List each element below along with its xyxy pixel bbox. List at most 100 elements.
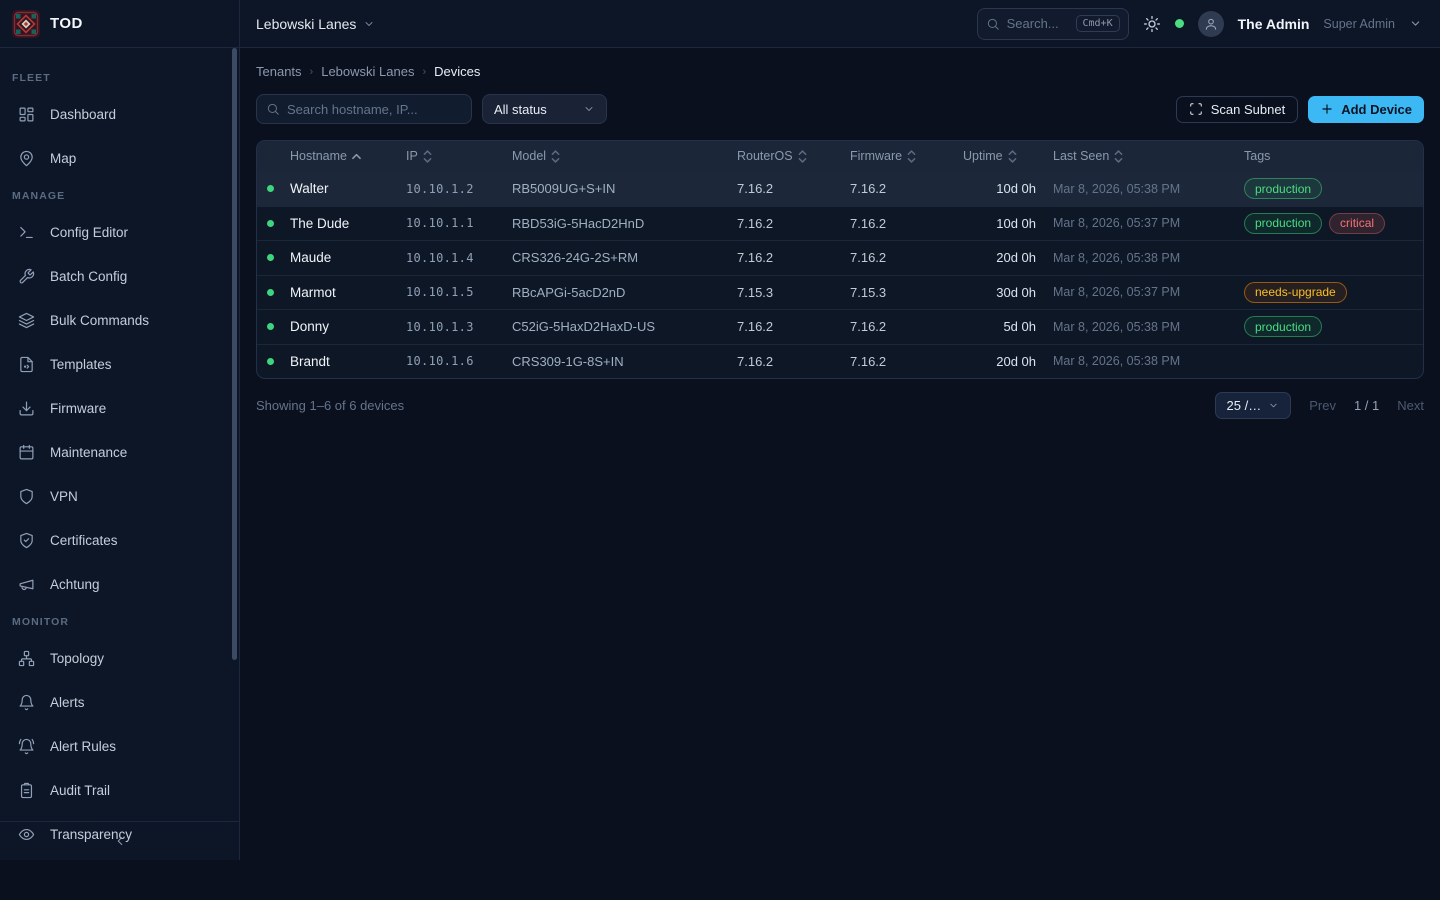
device-hostname: Brandt — [290, 354, 406, 369]
table-row[interactable]: Marmot 10.10.1.5 RBcAPGi-5acD2nD 7.15.3 … — [257, 275, 1423, 310]
sidebar-item-batch-config[interactable]: Batch Config — [0, 254, 239, 298]
app-title: TOD — [50, 15, 83, 32]
status-online-dot — [267, 185, 274, 192]
user-avatar[interactable] — [1198, 11, 1224, 37]
sidebar-item-label: Maintenance — [50, 445, 127, 460]
sidebar-item-audit-trail[interactable]: Audit Trail — [0, 768, 239, 812]
device-hostname: Walter — [290, 181, 406, 196]
top-header: TOD Lebowski Lanes Cmd+K — [0, 0, 1440, 48]
device-table: Hostname IP Model RouterOS Firmware Upti… — [256, 140, 1424, 379]
sidebar-item-map[interactable]: Map — [0, 136, 239, 180]
device-routeros: 7.16.2 — [737, 181, 850, 196]
device-firmware: 7.15.3 — [850, 285, 963, 300]
sidebar-item-bulk-commands[interactable]: Bulk Commands — [0, 298, 239, 342]
pagination: 25 /… Prev 1 / 1 Next — [1215, 392, 1424, 419]
sidebar-item-vpn[interactable]: VPN — [0, 474, 239, 518]
sidebar-item-label: Topology — [50, 651, 104, 666]
table-row[interactable]: Donny 10.10.1.3 C52iG-5HaxD2HaxD-US 7.16… — [257, 309, 1423, 344]
page-size-select[interactable]: 25 /… — [1215, 392, 1292, 419]
map-pin-icon — [18, 150, 35, 167]
sidebar-item-config-editor[interactable]: Config Editor — [0, 210, 239, 254]
sidebar-collapse-button[interactable] — [0, 821, 239, 860]
user-menu-chevron-down-icon[interactable] — [1409, 17, 1422, 30]
scan-subnet-button[interactable]: Scan Subnet — [1176, 96, 1298, 123]
table-header-row: Hostname IP Model RouterOS Firmware Upti… — [257, 141, 1423, 171]
sidebar-section-manage: MANAGE — [0, 180, 239, 210]
connection-status-dot — [1175, 19, 1184, 28]
global-search-input[interactable] — [1007, 16, 1069, 31]
megaphone-icon — [18, 576, 35, 593]
sidebar-item-label: Bulk Commands — [50, 313, 149, 328]
status-filter-select[interactable]: All status — [482, 94, 607, 124]
column-header-routeros[interactable]: RouterOS — [737, 149, 850, 163]
scan-icon — [1189, 102, 1203, 116]
breadcrumb-tenants[interactable]: Tenants — [256, 64, 302, 79]
prev-page-button[interactable]: Prev — [1309, 398, 1336, 413]
terminal-icon — [18, 224, 35, 241]
calendar-icon — [18, 444, 35, 461]
app-logo-icon — [12, 10, 40, 38]
sidebar-item-achtung[interactable]: Achtung — [0, 562, 239, 606]
device-ip: 10.10.1.5 — [406, 285, 512, 299]
sort-icon — [551, 150, 560, 163]
column-header-uptime[interactable]: Uptime — [963, 149, 1053, 163]
table-row[interactable]: The Dude 10.10.1.1 RBD53iG-5HacD2HnD 7.1… — [257, 206, 1423, 241]
device-uptime: 5d 0h — [963, 319, 1053, 334]
column-header-firmware[interactable]: Firmware — [850, 149, 963, 163]
sidebar-item-alert-rules[interactable]: Alert Rules — [0, 724, 239, 768]
sidebar-item-dashboard[interactable]: Dashboard — [0, 92, 239, 136]
sidebar-item-topology[interactable]: Topology — [0, 636, 239, 680]
sidebar-item-label: VPN — [50, 489, 78, 504]
chevron-right-icon: › — [422, 66, 426, 78]
sidebar-item-maintenance[interactable]: Maintenance — [0, 430, 239, 474]
sidebar-scrollbar[interactable] — [232, 48, 237, 660]
device-hostname: Donny — [290, 319, 406, 334]
table-row[interactable]: Maude 10.10.1.4 CRS326-24G-2S+RM 7.16.2 … — [257, 240, 1423, 275]
user-name: The Admin — [1238, 16, 1310, 32]
device-uptime: 10d 0h — [963, 216, 1053, 231]
search-icon — [266, 102, 280, 116]
column-header-tags: Tags — [1244, 149, 1423, 163]
global-search[interactable]: Cmd+K — [977, 8, 1129, 40]
column-header-model[interactable]: Model — [512, 149, 737, 163]
tag-badge: production — [1244, 178, 1322, 199]
sort-icon — [798, 150, 807, 163]
sidebar-item-alerts[interactable]: Alerts — [0, 680, 239, 724]
device-uptime: 20d 0h — [963, 250, 1053, 265]
device-firmware: 7.16.2 — [850, 250, 963, 265]
status-online-dot — [267, 358, 274, 365]
device-uptime: 10d 0h — [963, 181, 1053, 196]
sidebar-item-label: Alert Rules — [50, 739, 116, 754]
sidebar: FLEET Dashboard Map MANAGE Config Editor… — [0, 48, 240, 860]
table-row[interactable]: Brandt 10.10.1.6 CRS309-1G-8S+IN 7.16.2 … — [257, 344, 1423, 379]
device-routeros: 7.15.3 — [737, 285, 850, 300]
add-device-button[interactable]: Add Device — [1308, 96, 1424, 123]
tag-badge: critical — [1329, 213, 1385, 234]
device-model: CRS309-1G-8S+IN — [512, 354, 737, 369]
wrench-icon — [18, 268, 35, 285]
device-routeros: 7.16.2 — [737, 354, 850, 369]
file-icon — [18, 356, 35, 373]
device-search[interactable] — [256, 94, 472, 124]
sidebar-item-label: Achtung — [50, 577, 100, 592]
device-uptime: 30d 0h — [963, 285, 1053, 300]
tag-badge: needs-upgrade — [1244, 282, 1347, 303]
column-header-ip[interactable]: IP — [406, 149, 512, 163]
sidebar-item-templates[interactable]: Templates — [0, 342, 239, 386]
column-header-hostname[interactable]: Hostname — [290, 149, 406, 163]
chevron-left-icon — [113, 834, 127, 848]
breadcrumb-tenant-name[interactable]: Lebowski Lanes — [321, 64, 414, 79]
device-ip: 10.10.1.6 — [406, 354, 512, 368]
theme-toggle-sun-icon[interactable] — [1143, 15, 1161, 33]
next-page-button[interactable]: Next — [1397, 398, 1424, 413]
sidebar-item-certificates[interactable]: Certificates — [0, 518, 239, 562]
sidebar-item-firmware[interactable]: Firmware — [0, 386, 239, 430]
device-uptime: 20d 0h — [963, 354, 1053, 369]
status-filter-value: All status — [494, 102, 547, 117]
column-header-last-seen[interactable]: Last Seen — [1053, 149, 1244, 163]
sort-asc-icon — [352, 153, 361, 160]
table-row[interactable]: Walter 10.10.1.2 RB5009UG+S+IN 7.16.2 7.… — [257, 171, 1423, 206]
sidebar-item-label: Batch Config — [50, 269, 127, 284]
tenant-switcher[interactable]: Lebowski Lanes — [256, 16, 375, 32]
device-search-input[interactable] — [287, 102, 462, 117]
